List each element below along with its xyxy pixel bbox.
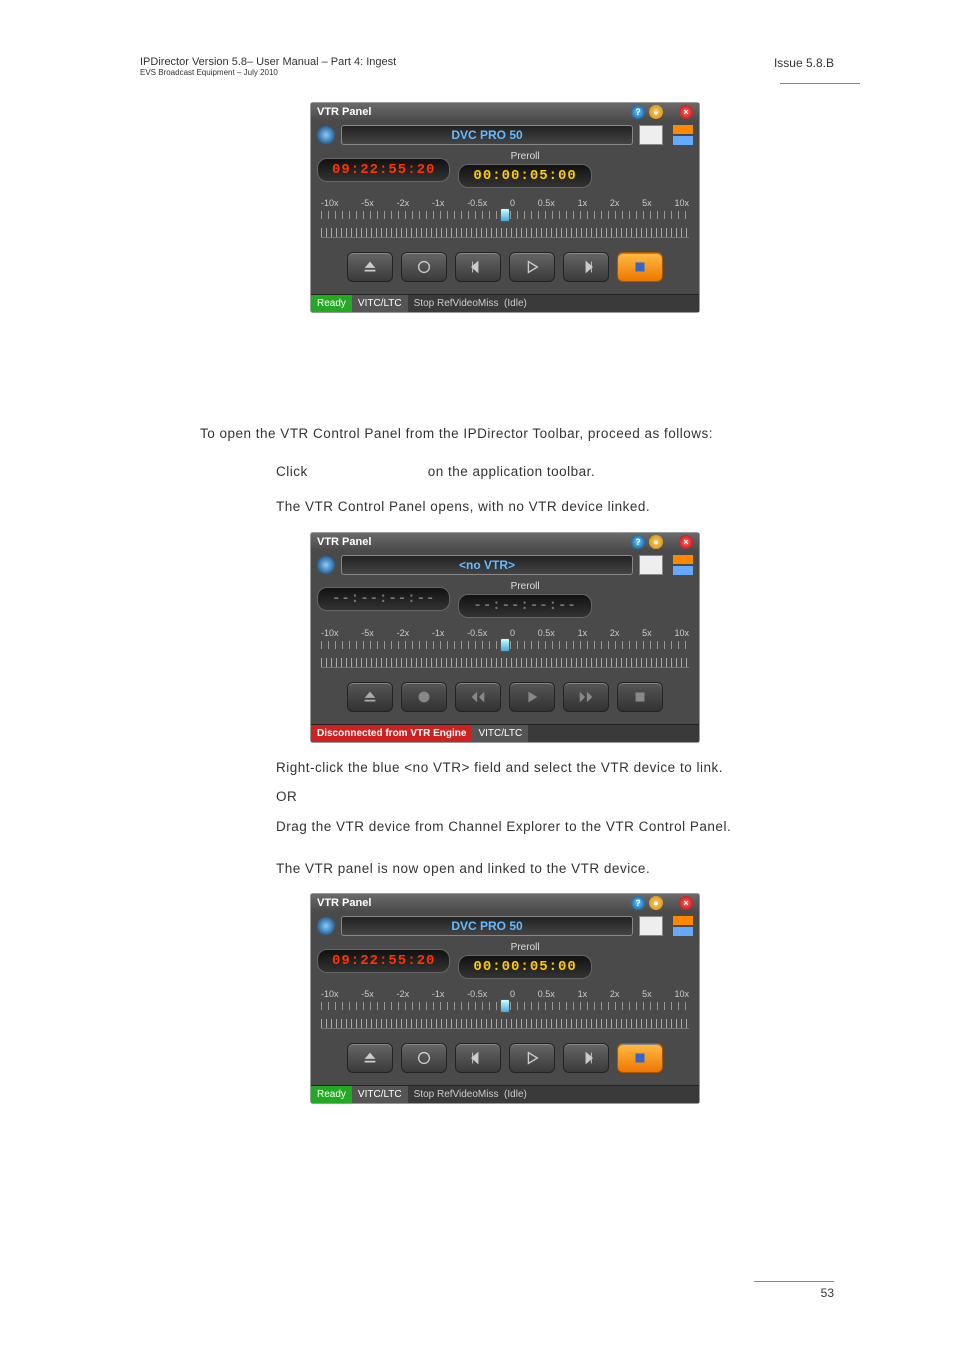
speed-labels: -10x-5x-2x-1x-0.5x00.5x1x2x5x10x bbox=[311, 628, 699, 638]
header-rule bbox=[780, 83, 860, 84]
intro-paragraph: To open the VTR Control Panel from the I… bbox=[200, 423, 834, 445]
record-button[interactable] bbox=[401, 252, 447, 282]
close-icon[interactable]: × bbox=[679, 896, 693, 910]
status-bar: Ready VITC/LTC Stop RefVideoMiss (Idle) bbox=[311, 294, 699, 312]
header-issue: Issue 5.8.B bbox=[774, 56, 834, 70]
stop-button[interactable] bbox=[617, 252, 663, 282]
step-2: Right-click the blue <no VTR> field and … bbox=[240, 757, 834, 879]
record-button[interactable] bbox=[401, 682, 447, 712]
vtr-panel-novtr: VTR Panel ? ● × <no VTR> --:--:--:-- Pre… bbox=[310, 532, 700, 743]
eject-button[interactable] bbox=[347, 1043, 393, 1073]
play-button[interactable] bbox=[509, 1043, 555, 1073]
device-icon[interactable] bbox=[317, 556, 335, 574]
status-message: Stop RefVideoMiss (Idle) bbox=[408, 295, 699, 312]
panel-titlebar: VTR Panel ? ● × bbox=[311, 533, 699, 551]
device-button[interactable] bbox=[639, 555, 663, 575]
timecode-display: --:--:--:-- bbox=[317, 587, 450, 611]
preroll-value[interactable]: --:--:--:-- bbox=[458, 594, 591, 618]
progress-track[interactable] bbox=[321, 1019, 689, 1029]
timecode-display: 09:22:55:20 bbox=[317, 949, 450, 973]
device-button[interactable] bbox=[639, 916, 663, 936]
preroll-label: Preroll bbox=[511, 581, 540, 592]
channel-squares bbox=[673, 125, 693, 145]
preroll-value[interactable]: 00:00:05:00 bbox=[458, 164, 591, 188]
progress-track[interactable] bbox=[321, 658, 689, 668]
help-icon[interactable]: ? bbox=[631, 896, 645, 910]
device-icon[interactable] bbox=[317, 126, 335, 144]
status-ready: Ready bbox=[311, 1086, 352, 1103]
lock-icon[interactable]: ● bbox=[649, 535, 663, 549]
status-disconnected: Disconnected from VTR Engine bbox=[311, 725, 472, 742]
status-vitc: VITC/LTC bbox=[352, 1086, 408, 1103]
rewind-button[interactable] bbox=[455, 252, 501, 282]
status-bar: Ready VITC/LTC Stop RefVideoMiss (Idle) bbox=[311, 1085, 699, 1103]
timecode-display: 09:22:55:20 bbox=[317, 158, 450, 182]
stop-button[interactable] bbox=[617, 1043, 663, 1073]
speed-slider[interactable] bbox=[321, 638, 689, 652]
speed-labels: -10x-5x-2x-1x-0.5x00.5x1x2x5x10x bbox=[311, 989, 699, 999]
help-icon[interactable]: ? bbox=[631, 105, 645, 119]
record-button[interactable] bbox=[401, 1043, 447, 1073]
close-icon[interactable]: × bbox=[679, 535, 693, 549]
status-message: Stop RefVideoMiss (Idle) bbox=[408, 1086, 699, 1103]
panel-title-text: VTR Panel bbox=[317, 536, 371, 548]
step-1: Clickon the application toolbar. The VTR… bbox=[240, 461, 834, 518]
panel-title-text: VTR Panel bbox=[317, 897, 371, 909]
play-button[interactable] bbox=[509, 252, 555, 282]
status-ready: Ready bbox=[311, 295, 352, 312]
device-button[interactable] bbox=[639, 125, 663, 145]
preroll-label: Preroll bbox=[511, 942, 540, 953]
panel-titlebar: VTR Panel ? ● × bbox=[311, 103, 699, 121]
preroll-label: Preroll bbox=[511, 151, 540, 162]
forward-button[interactable] bbox=[563, 1043, 609, 1073]
lock-icon[interactable]: ● bbox=[649, 896, 663, 910]
preroll-value[interactable]: 00:00:05:00 bbox=[458, 955, 591, 979]
device-field[interactable]: DVC PRO 50 bbox=[341, 125, 633, 145]
speed-slider[interactable] bbox=[321, 208, 689, 222]
panel-title-text: VTR Panel bbox=[317, 106, 371, 118]
speed-slider[interactable] bbox=[321, 999, 689, 1013]
stop-button[interactable] bbox=[617, 682, 663, 712]
play-button[interactable] bbox=[509, 682, 555, 712]
rewind-button[interactable] bbox=[455, 682, 501, 712]
status-vitc: VITC/LTC bbox=[472, 725, 528, 742]
status-bar: Disconnected from VTR Engine VITC/LTC bbox=[311, 724, 699, 742]
channel-squares bbox=[673, 555, 693, 575]
progress-track[interactable] bbox=[321, 228, 689, 238]
forward-button[interactable] bbox=[563, 682, 609, 712]
device-field[interactable]: <no VTR> bbox=[341, 555, 633, 575]
eject-button[interactable] bbox=[347, 252, 393, 282]
header-title: IPDirector Version 5.8– User Manual – Pa… bbox=[140, 56, 396, 68]
lock-icon[interactable]: ● bbox=[649, 105, 663, 119]
device-icon[interactable] bbox=[317, 917, 335, 935]
channel-squares bbox=[673, 916, 693, 936]
vtr-panel-linked: VTR Panel ? ● × DVC PRO 50 09:22:55:20 P… bbox=[310, 102, 700, 313]
forward-button[interactable] bbox=[563, 252, 609, 282]
vtr-panel-linked-2: VTR Panel ? ● × DVC PRO 50 09:22:55:20 P… bbox=[310, 893, 700, 1104]
status-vitc: VITC/LTC bbox=[352, 295, 408, 312]
header-subtitle: EVS Broadcast Equipment – July 2010 bbox=[140, 68, 396, 77]
page-number: 53 bbox=[754, 1281, 834, 1300]
eject-button[interactable] bbox=[347, 682, 393, 712]
rewind-button[interactable] bbox=[455, 1043, 501, 1073]
device-field[interactable]: DVC PRO 50 bbox=[341, 916, 633, 936]
help-icon[interactable]: ? bbox=[631, 535, 645, 549]
speed-labels: -10x-5x-2x-1x-0.5x00.5x1x2x5x10x bbox=[311, 198, 699, 208]
panel-titlebar: VTR Panel ? ● × bbox=[311, 894, 699, 912]
close-icon[interactable]: × bbox=[679, 105, 693, 119]
